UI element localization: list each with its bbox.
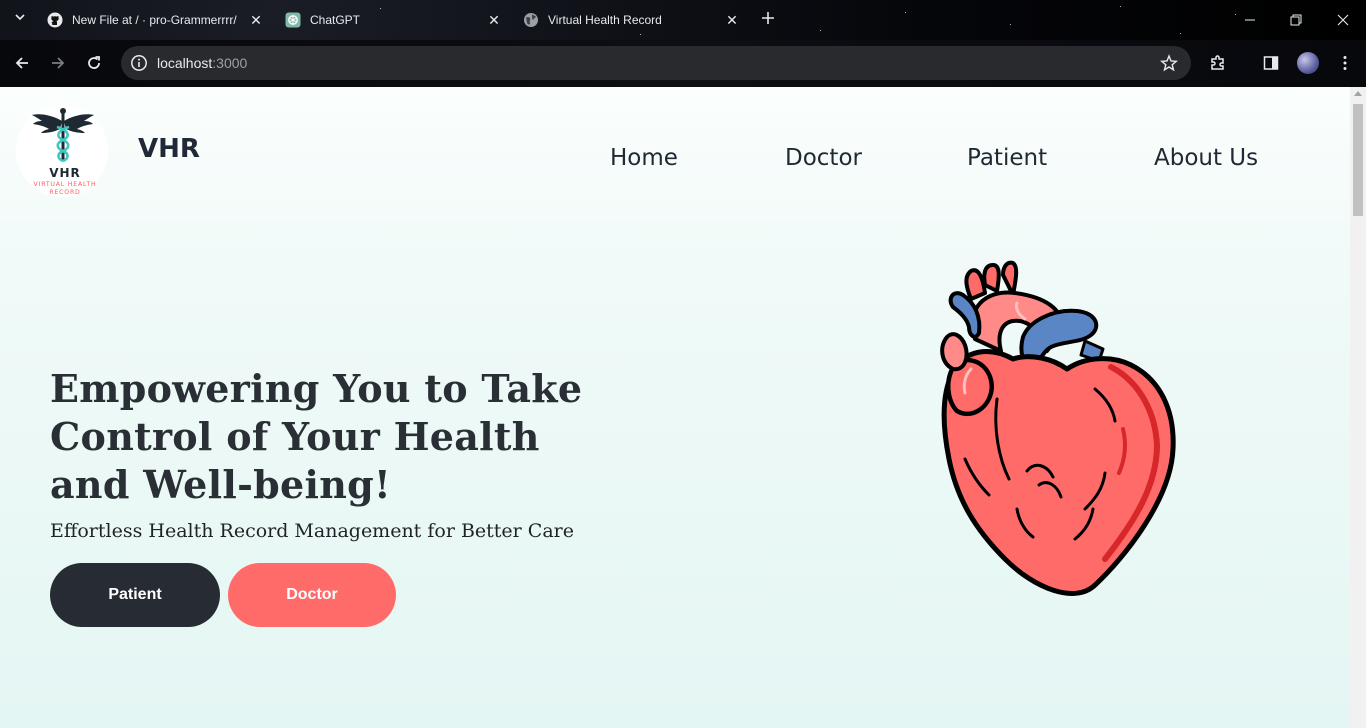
arrow-left-icon (15, 57, 28, 69)
hero-title: Empowering You to Take Control of Your H… (50, 366, 583, 507)
side-panel-icon (1263, 56, 1279, 70)
side-panel-button[interactable] (1261, 53, 1281, 73)
nav-home[interactable]: Home (610, 145, 678, 171)
background-star (820, 30, 821, 31)
url-host: localhost (157, 55, 213, 71)
tab-search-button[interactable] (11, 10, 29, 28)
reload-icon (88, 56, 100, 69)
restore-icon (1290, 14, 1302, 26)
profile-avatar[interactable] (1297, 52, 1319, 74)
patient-button[interactable]: Patient (50, 563, 220, 627)
arrow-right-icon (52, 57, 65, 69)
nav-patient[interactable]: Patient (967, 145, 1047, 171)
background-star (1120, 6, 1121, 7)
chatgpt-icon (285, 12, 301, 28)
scroll-up-arrow-icon[interactable] (1354, 91, 1362, 96)
hero-subtitle: Effortless Health Record Management for … (50, 520, 574, 542)
nav-doctor[interactable]: Doctor (785, 145, 862, 171)
puzzle-icon (1211, 55, 1224, 70)
logo-tagline-2: RECORD (49, 189, 80, 196)
tab-title: Virtual Health Record (548, 13, 662, 27)
forward-button[interactable] (46, 51, 70, 75)
more-vertical-icon (1343, 56, 1347, 70)
nav-about-us[interactable]: About Us (1154, 145, 1258, 171)
close-icon (1337, 14, 1349, 26)
browser-tab-chatgpt[interactable]: ChatGPT ✕ (285, 6, 510, 34)
browser-menu-button[interactable] (1335, 53, 1355, 73)
browser-toolbar: localhost:3000 (0, 40, 1366, 87)
chevron-down-icon (15, 14, 25, 21)
tab-title: ChatGPT (310, 13, 361, 27)
page-scrollbar[interactable] (1350, 87, 1366, 728)
background-star (1010, 24, 1011, 25)
browser-tab-strip: New File at / · pro-Grammerrrr/ ✕ ChatGP… (0, 0, 1366, 40)
restore-button[interactable] (1284, 8, 1308, 32)
background-star (905, 12, 906, 13)
extensions-button[interactable] (1208, 53, 1228, 73)
site-logo[interactable]: VHR VIRTUAL HEALTH RECORD (12, 103, 118, 199)
brand-name[interactable]: VHR (138, 134, 200, 164)
logo-tagline-1: VIRTUAL HEALTH (34, 181, 97, 188)
scrollbar-thumb[interactable] (1353, 104, 1363, 216)
github-icon (47, 12, 63, 28)
close-icon[interactable]: ✕ (724, 12, 740, 28)
address-bar[interactable]: localhost:3000 (121, 46, 1191, 80)
caduceus-logo-icon: VHR VIRTUAL HEALTH RECORD (16, 105, 108, 197)
new-tab-button[interactable] (759, 10, 777, 28)
close-icon[interactable]: ✕ (248, 12, 264, 28)
minimize-button[interactable] (1238, 8, 1262, 32)
minimize-icon (1245, 19, 1255, 21)
background-star (1180, 33, 1181, 34)
plus-icon (762, 12, 774, 24)
back-button[interactable] (10, 51, 34, 75)
url-text: localhost:3000 (157, 55, 247, 71)
site-info-icon[interactable] (130, 54, 148, 72)
globe-icon (523, 12, 539, 28)
browser-tab-vhr[interactable]: Virtual Health Record ✕ (523, 6, 748, 34)
bookmark-star-icon[interactable] (1159, 54, 1179, 72)
browser-tab-github[interactable]: New File at / · pro-Grammerrrr/ ✕ (47, 6, 272, 34)
page-viewport: VHR VIRTUAL HEALTH RECORD VHR Home Docto… (0, 87, 1350, 728)
doctor-button[interactable]: Doctor (228, 563, 396, 627)
reload-button[interactable] (82, 51, 106, 75)
background-star (1235, 14, 1236, 15)
window-close-button[interactable] (1331, 8, 1355, 32)
heart-illustration (935, 259, 1185, 604)
url-port: :3000 (212, 55, 248, 71)
background-star (640, 34, 641, 35)
tab-title: New File at / · pro-Grammerrrr/ (72, 13, 237, 27)
close-icon[interactable]: ✕ (486, 12, 502, 28)
anatomical-heart-icon (940, 260, 1176, 596)
logo-letters: VHR (49, 166, 81, 180)
